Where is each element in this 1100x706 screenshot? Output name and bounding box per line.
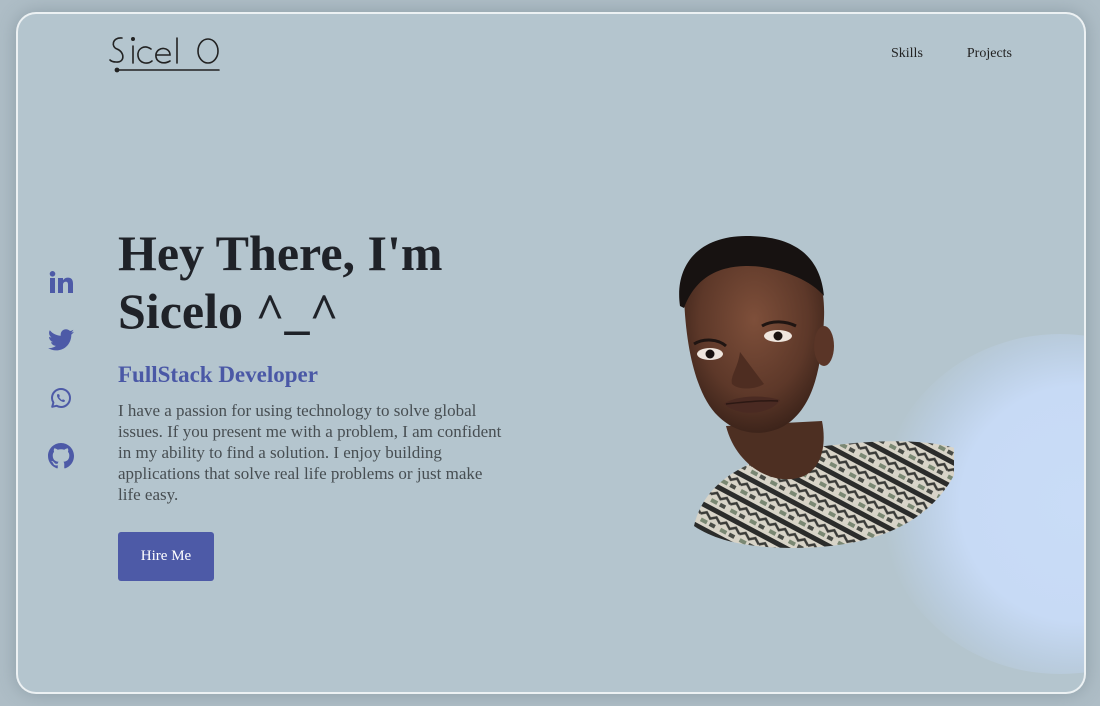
hero-title-line-1: Hey There, I'm [118, 225, 443, 281]
hero-section: Hey There, I'm Sicelo ^_^ FullStack Deve… [118, 224, 508, 505]
linkedin-icon[interactable] [48, 270, 74, 294]
github-icon[interactable] [48, 443, 74, 469]
hero-title: Hey There, I'm Sicelo ^_^ [118, 224, 508, 340]
profile-photo [679, 236, 954, 548]
hero-description: I have a passion for using technology to… [118, 401, 502, 504]
nav-skills[interactable]: Skills [891, 46, 923, 62]
social-links [48, 270, 74, 469]
hero-role: FullStack Developer [118, 362, 318, 387]
page-frame: Skills Projects Hey There, I'm Sicelo ^_… [16, 12, 1086, 694]
whatsapp-icon[interactable] [48, 386, 74, 410]
hero-title-line-2: Sicelo ^_^ [118, 283, 339, 339]
hire-me-button[interactable]: Hire Me [118, 532, 214, 581]
twitter-icon[interactable] [48, 328, 74, 352]
logo-wordmark [109, 36, 220, 73]
top-nav: Skills Projects [891, 46, 1012, 62]
logo[interactable] [108, 34, 224, 83]
nav-projects[interactable]: Projects [967, 46, 1012, 62]
